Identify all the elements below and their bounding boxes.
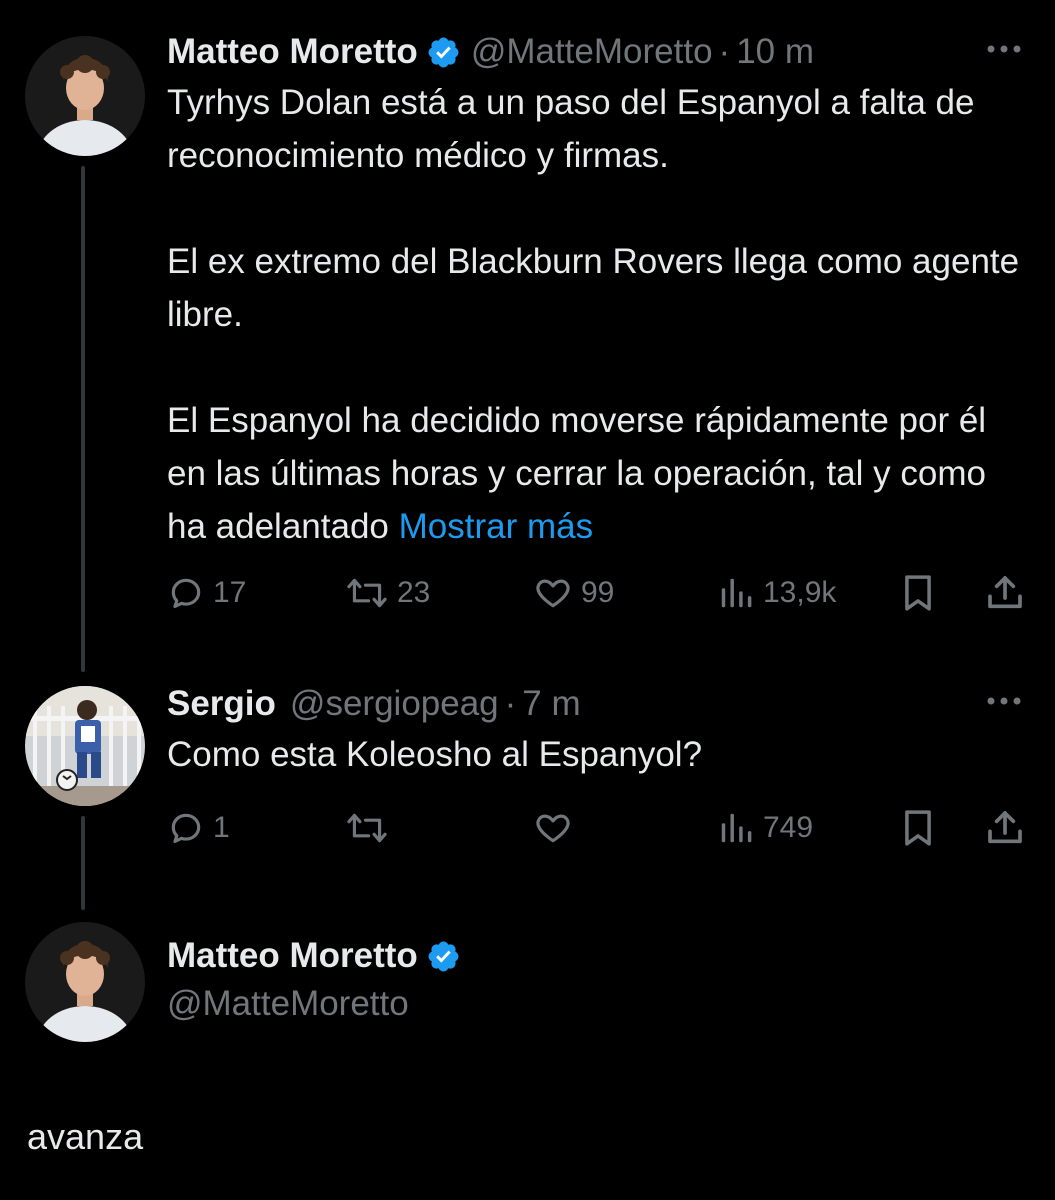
bookmark-button[interactable] [899,568,937,618]
more-options-icon[interactable] [983,34,1025,64]
verified-badge-icon [428,941,459,971]
author-name[interactable]: Sergio [167,684,276,724]
retweet-button[interactable]: 23 [345,568,430,618]
views-chart-icon [721,578,752,608]
tweet-paragraph-3: El Espanyol ha decidido moverse rápidame… [167,394,1025,553]
heart-icon [536,579,570,608]
tweet-text: Como esta Koleosho al Espanyol? [167,735,703,774]
like-button[interactable] [533,803,573,853]
views-count: 13,9k [763,576,837,609]
avatar-sergio[interactable] [25,686,145,806]
bookmark-icon [905,575,931,611]
tweet-header: Matteo Moretto @MatteMoretto · 10 m [167,28,1025,76]
separator-dot: · [504,684,517,723]
tweet-paragraph-1: Tyrhys Dolan está a un paso del Espanyol… [167,83,975,175]
tweet-body: Como esta Koleosho al Espanyol? [167,728,1025,781]
like-count: 99 [581,576,615,609]
tweet-paragraph-2: El ex extremo del Blackburn Rovers llega… [167,242,1020,334]
author-handle[interactable]: @MatteMoretto [471,32,713,72]
views-button[interactable]: 749 [717,803,813,853]
share-icon [988,576,1022,609]
views-button[interactable]: 13,9k [717,568,836,618]
tweet-body: Tyrhys Dolan está a un paso del Espanyol… [167,76,1025,553]
share-button[interactable] [985,803,1025,853]
thread-line-1 [81,166,85,672]
tweet-actions: 17 23 99 13,9k [167,568,1027,618]
avatar-matteo[interactable] [25,36,145,156]
verified-badge-icon [428,37,459,67]
thread-line-2 [81,816,85,910]
author-handle[interactable]: @sergiopeag [290,684,499,724]
bookmark-icon [905,810,931,846]
like-button[interactable]: 99 [533,568,614,618]
bookmark-button[interactable] [899,803,937,853]
reply-count: 1 [213,811,230,844]
author-name[interactable]: Matteo Moretto [167,32,418,72]
retweet-icon [347,813,387,843]
author-handle[interactable]: @MatteMoretto [167,984,409,1024]
tweet-time[interactable]: 10 m [736,32,814,72]
retweet-count: 23 [397,576,431,609]
avatar-matteo[interactable] [25,922,145,1042]
reply-icon [171,578,201,609]
tweet-sergio[interactable]: Sergio @sergiopeag · 7 m Como esta Koleo… [167,680,1025,781]
tweet-header: Sergio @sergiopeag · 7 m [167,680,1025,728]
tweet-matteo[interactable]: Matteo Moretto @MatteMoretto · 10 m Tyrh… [167,28,1025,553]
tweet-time[interactable]: 7 m [522,684,580,724]
reply-text: avanza [27,1116,144,1157]
more-options-icon[interactable] [983,686,1025,716]
heart-icon [536,814,570,843]
reply-author-handle-row: @MatteMoretto [167,980,1025,1028]
tweet-actions: 1 749 [167,803,1027,853]
retweet-button[interactable] [345,803,389,853]
reply-count: 17 [213,576,247,609]
views-count: 749 [763,811,814,844]
separator-dot: · [718,32,731,71]
reply-icon [171,813,201,844]
share-icon [988,811,1022,844]
reply-button[interactable]: 1 [167,803,230,853]
reply-author-header: Matteo Moretto [167,932,1025,980]
retweet-icon [347,578,387,608]
views-chart-icon [721,813,752,843]
share-button[interactable] [985,568,1025,618]
author-name[interactable]: Matteo Moretto [167,936,418,976]
reply-author: Matteo Moretto @MatteMoretto [167,932,1025,1028]
reply-button[interactable]: 17 [167,568,246,618]
show-more-link[interactable]: Mostrar más [399,507,593,546]
